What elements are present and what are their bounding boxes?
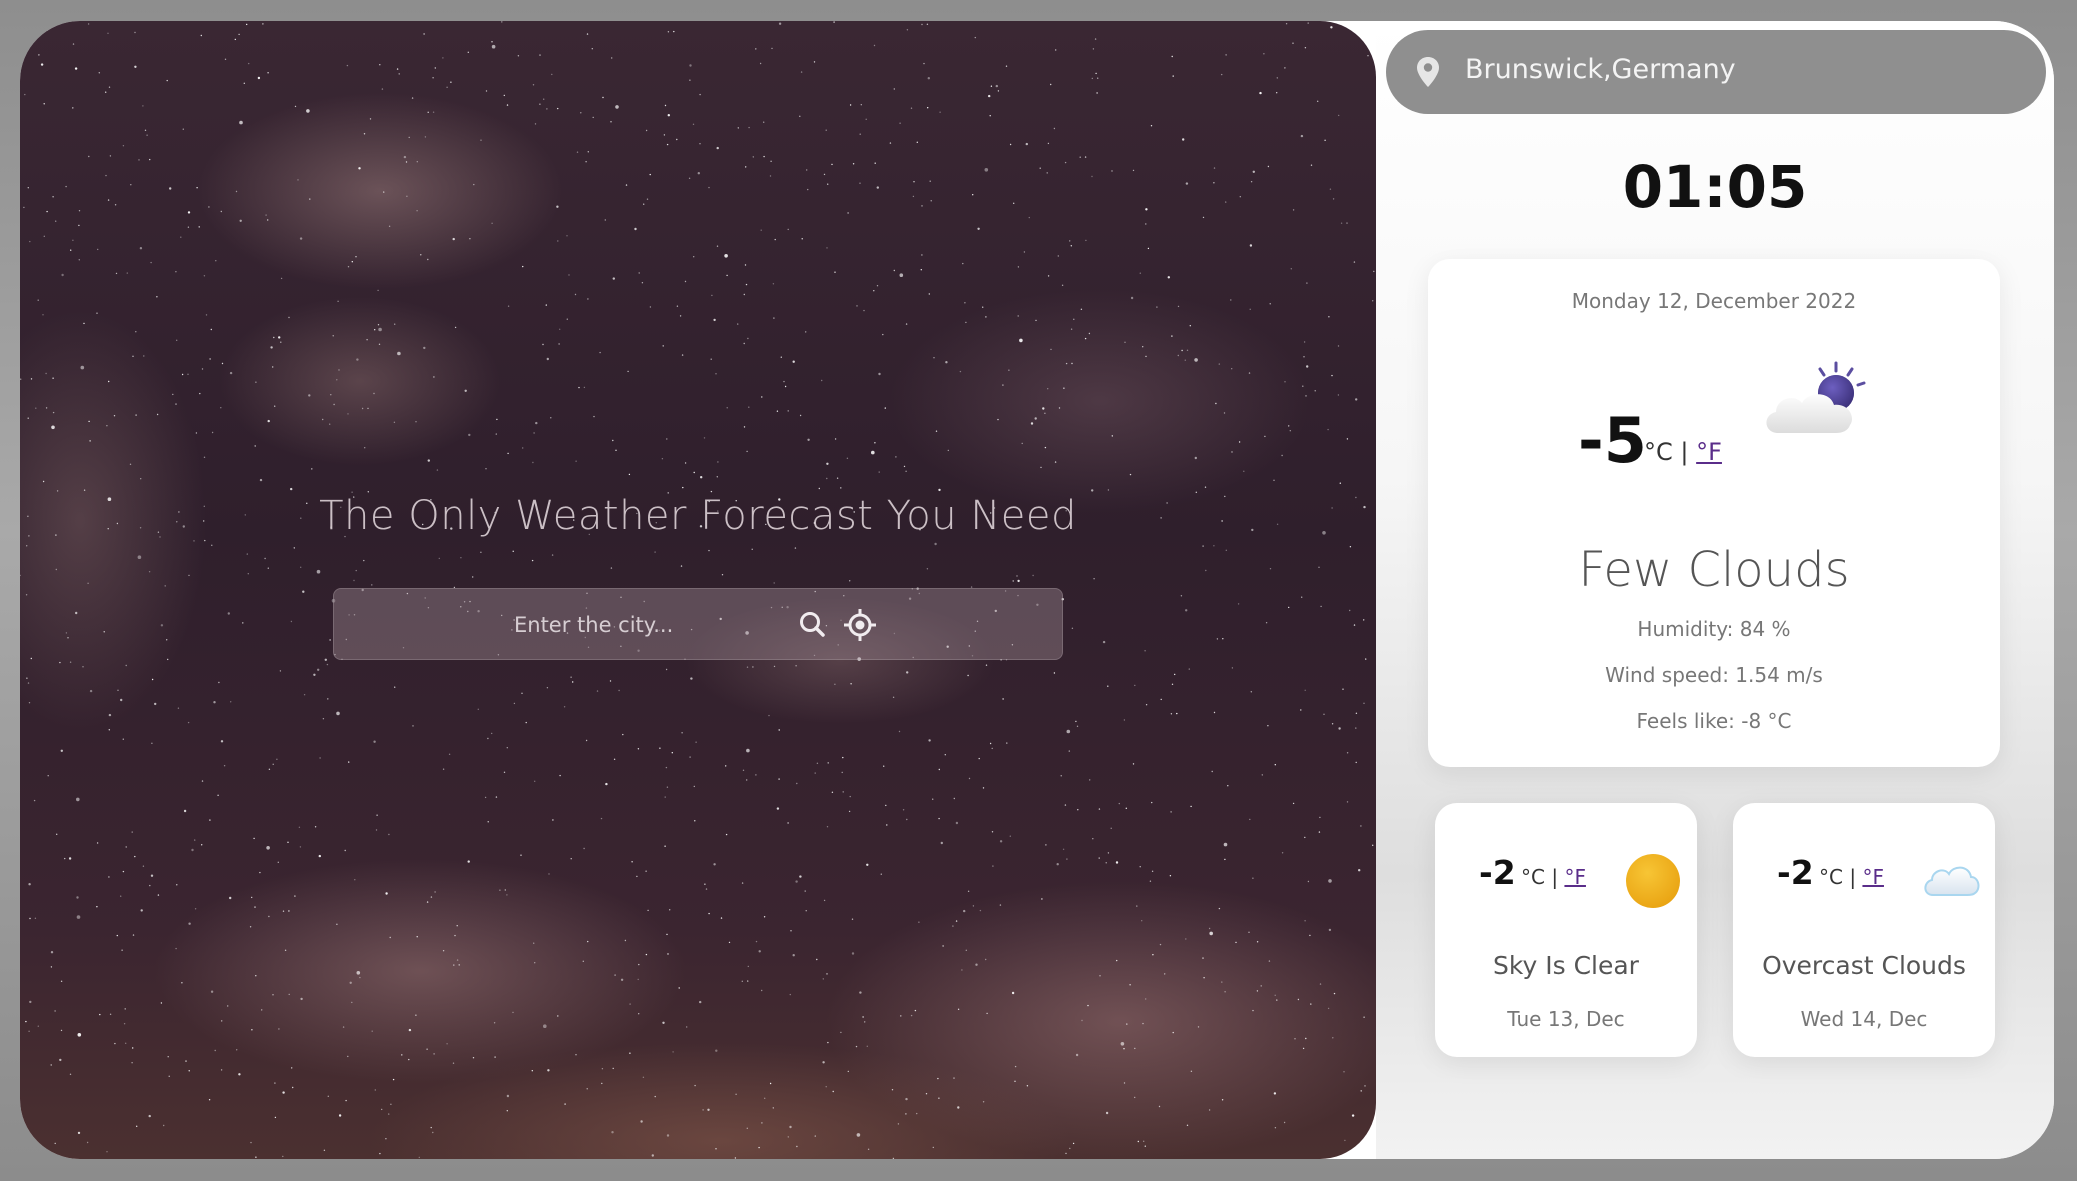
app-window: The Only Weather Forecast You Need Enter… (20, 21, 2054, 1159)
unit-toggle: °C | °F (1644, 438, 1722, 466)
forecast-card[interactable]: -2 °C | °F Overcast Clouds Wed 14, Dec (1733, 803, 1995, 1057)
unit-celsius[interactable]: °C (1521, 865, 1545, 889)
wind-speed-text: Wind speed: 1.54 m/s (1605, 663, 1823, 687)
current-date: Monday 12, December 2022 (1571, 289, 1857, 313)
current-weather-card: Monday 12, December 2022 -5 °C | °F Few … (1428, 259, 2000, 767)
current-location-icon[interactable] (842, 607, 878, 643)
location-pin-icon (1414, 56, 1442, 88)
location-bar[interactable]: Brunswick,Germany (1386, 30, 2046, 114)
humidity-text: Humidity: 84 % (1637, 617, 1791, 641)
forecast-temperature: -2 (1479, 853, 1516, 892)
few-clouds-night-icon (1758, 359, 1870, 439)
hero-panel: The Only Weather Forecast You Need (20, 21, 1376, 1159)
forecast-unit-toggle: °C | °F (1521, 865, 1586, 889)
search-bar (333, 588, 1063, 660)
forecast-temperature: -2 (1777, 853, 1814, 892)
forecast-condition: Overcast Clouds (1762, 951, 1966, 980)
current-condition: Few Clouds (1578, 542, 1850, 598)
forecast-condition: Sky Is Clear (1493, 951, 1639, 980)
cloud-icon (1921, 855, 1981, 915)
forecast-date: Wed 14, Dec (1800, 1007, 1928, 1031)
unit-separator: | (1849, 865, 1857, 889)
unit-fahrenheit-link[interactable]: °F (1696, 438, 1722, 466)
sun-icon (1623, 851, 1683, 911)
forecast-date: Tue 13, Dec (1507, 1007, 1625, 1031)
clock: 01:05 (1622, 153, 1808, 221)
city-search-input[interactable] (514, 607, 784, 643)
unit-separator: | (1680, 438, 1689, 466)
search-icon[interactable] (796, 608, 830, 642)
temperature-value: -5 (1578, 404, 1647, 477)
unit-fahrenheit-link[interactable]: °F (1862, 865, 1884, 889)
forecast-card[interactable]: -2 °C | °F Sky Is Clear Tue 13, Dec (1435, 803, 1697, 1057)
unit-fahrenheit-link[interactable]: °F (1564, 865, 1586, 889)
unit-celsius[interactable]: °C (1644, 438, 1673, 466)
forecast-unit-toggle: °C | °F (1819, 865, 1884, 889)
hero-title: The Only Weather Forecast You Need (319, 493, 1077, 539)
location-name: Brunswick,Germany (1465, 54, 1736, 85)
unit-separator: | (1551, 865, 1559, 889)
feels-like-text: Feels like: -8 °C (1636, 709, 1792, 733)
unit-celsius[interactable]: °C (1819, 865, 1843, 889)
weather-sidebar: Brunswick,Germany 01:05 Monday 12, Decem… (1376, 21, 2054, 1159)
